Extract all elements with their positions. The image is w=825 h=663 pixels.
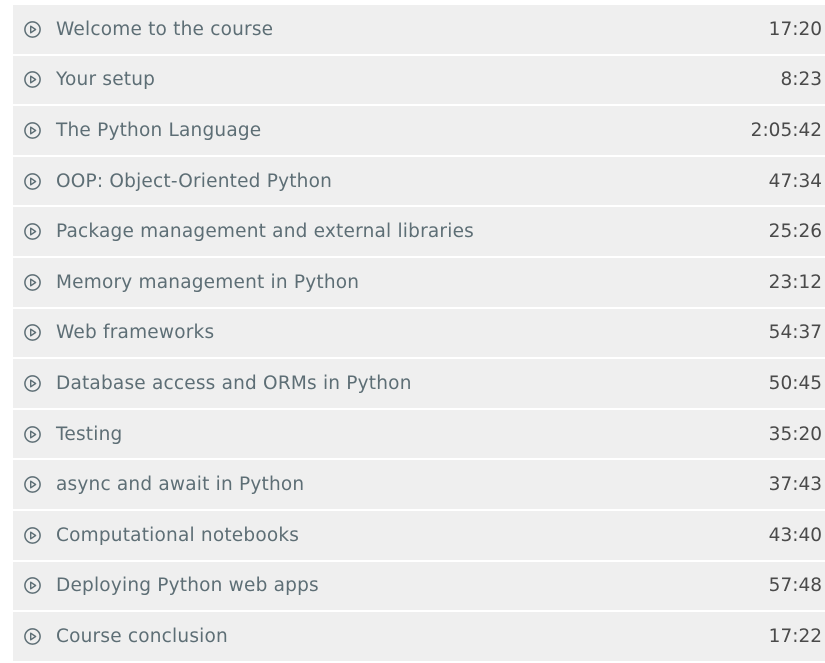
chapter-duration: 17:22 bbox=[768, 625, 822, 647]
chapter-duration: 50:45 bbox=[768, 372, 822, 394]
chapter-title: Database access and ORMs in Python bbox=[56, 372, 412, 394]
chapter-title: async and await in Python bbox=[56, 474, 305, 496]
chapter-row[interactable]: Web frameworks 54:37 bbox=[13, 308, 825, 360]
chapter-row[interactable]: async and await in Python 37:43 bbox=[13, 460, 825, 511]
chapter-row[interactable]: Package management and external librarie… bbox=[13, 207, 825, 258]
play-circle-icon[interactable] bbox=[24, 425, 41, 443]
play-circle-icon[interactable] bbox=[24, 324, 41, 342]
play-circle-icon[interactable] bbox=[24, 526, 41, 544]
play-circle-icon[interactable] bbox=[24, 223, 41, 241]
chapter-title: Your setup bbox=[56, 69, 156, 91]
chapter-duration: 2:05:42 bbox=[750, 119, 822, 141]
chapter-title: Computational notebooks bbox=[56, 524, 300, 546]
chapter-row[interactable]: Memory management in Python 23:12 bbox=[13, 257, 825, 309]
play-circle-icon[interactable] bbox=[24, 628, 41, 645]
chapter-title: Welcome to the course bbox=[56, 18, 274, 40]
chapter-title: Testing bbox=[56, 423, 123, 445]
play-circle-icon[interactable] bbox=[24, 476, 41, 493]
chapter-duration: 35:20 bbox=[768, 423, 822, 445]
chapter-duration: 57:48 bbox=[768, 575, 822, 597]
chapter-row[interactable]: The Python Language 2:05:42 bbox=[13, 106, 825, 157]
play-circle-icon[interactable] bbox=[24, 122, 41, 139]
play-circle-icon[interactable] bbox=[24, 71, 41, 89]
chapter-duration: 8:23 bbox=[780, 69, 822, 91]
chapter-title: Web frameworks bbox=[56, 322, 215, 344]
chapter-row[interactable]: Your setup 8:23 bbox=[13, 55, 825, 107]
chapter-duration: 54:37 bbox=[768, 322, 822, 344]
play-circle-icon[interactable] bbox=[24, 172, 41, 190]
chapter-title: The Python Language bbox=[56, 119, 262, 141]
play-circle-icon[interactable] bbox=[24, 273, 41, 291]
chapter-row[interactable]: Database access and ORMs in Python 50:45 bbox=[13, 359, 825, 410]
chapter-duration: 23:12 bbox=[768, 271, 822, 293]
chapter-row[interactable]: Welcome to the course 17:20 bbox=[13, 5, 825, 56]
chapter-row[interactable]: Computational notebooks 43:40 bbox=[13, 510, 825, 562]
chapter-title: Package management and external librarie… bbox=[56, 221, 474, 243]
play-circle-icon[interactable] bbox=[24, 20, 41, 38]
play-circle-icon[interactable] bbox=[24, 577, 41, 595]
chapter-title: Deploying Python web apps bbox=[56, 575, 319, 597]
chapter-row[interactable]: Course conclusion 17:22 bbox=[13, 612, 825, 663]
chapter-duration: 43:40 bbox=[768, 524, 822, 546]
chapter-list: Welcome to the course 17:20 Your setup 8… bbox=[13, 5, 825, 663]
chapter-title: Course conclusion bbox=[56, 625, 228, 647]
chapter-row[interactable]: Testing 35:20 bbox=[13, 409, 825, 461]
chapter-duration: 25:26 bbox=[768, 221, 822, 243]
chapter-row[interactable]: OOP: Object-Oriented Python 47:34 bbox=[13, 156, 825, 208]
play-circle-icon[interactable] bbox=[24, 375, 41, 392]
chapter-duration: 47:34 bbox=[768, 170, 822, 192]
chapter-title: Memory management in Python bbox=[56, 271, 360, 293]
chapter-row[interactable]: Deploying Python web apps 57:48 bbox=[13, 561, 825, 613]
chapter-duration: 17:20 bbox=[768, 18, 822, 40]
chapter-duration: 37:43 bbox=[768, 474, 822, 496]
chapter-title: OOP: Object-Oriented Python bbox=[56, 170, 333, 192]
